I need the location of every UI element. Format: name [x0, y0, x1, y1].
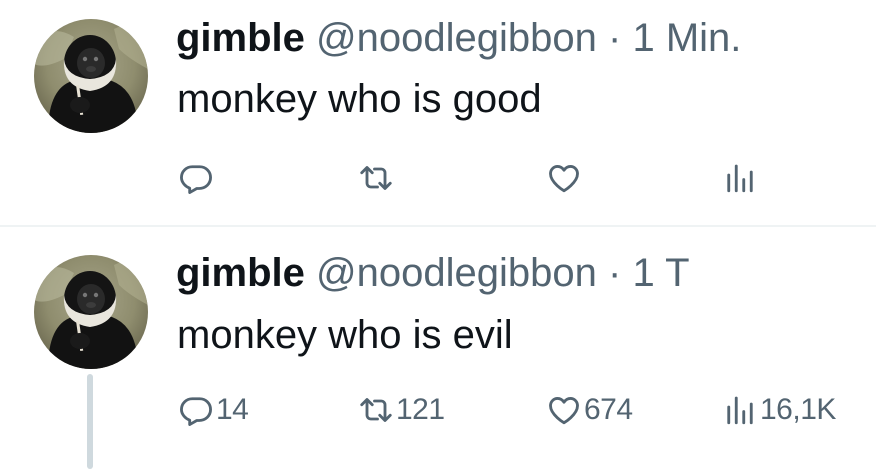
- separator-dot: ·: [608, 251, 622, 295]
- reply-count: 14: [216, 393, 249, 426]
- retweet-count: 121: [396, 393, 445, 426]
- author-display-name[interactable]: gimble: [176, 251, 305, 295]
- views-count: 16,1K: [760, 393, 836, 426]
- heart-icon: [549, 165, 579, 193]
- bar-chart-icon: [727, 164, 753, 193]
- separator-dot: ·: [608, 16, 622, 60]
- like-button[interactable]: 674: [546, 390, 633, 430]
- tweet[interactable]: gimble @noodlegibbon · 1 T monkey who is…: [0, 227, 876, 469]
- gibbon-avatar-icon: [34, 255, 148, 369]
- tweet-actions: [0, 158, 876, 198]
- tweet-text: monkey who is good: [177, 77, 542, 121]
- tweet-header: gimble @noodlegibbon · 1 T: [176, 251, 690, 295]
- author-display-name[interactable]: gimble: [176, 16, 305, 60]
- author-handle[interactable]: @noodlegibbon: [316, 251, 597, 295]
- avatar[interactable]: [34, 19, 148, 133]
- retweet-button[interactable]: 121: [358, 390, 445, 430]
- tweet-header: gimble @noodlegibbon · 1 Min.: [176, 16, 741, 60]
- tweet-text: monkey who is evil: [177, 313, 513, 357]
- avatar[interactable]: [34, 255, 148, 369]
- gibbon-avatar-icon: [34, 19, 148, 133]
- retweet-arrows-icon: [360, 166, 392, 190]
- speech-bubble-icon: [180, 165, 212, 194]
- views-button[interactable]: [722, 158, 760, 198]
- like-button[interactable]: [546, 158, 584, 198]
- heart-icon: [549, 397, 579, 425]
- retweet-button[interactable]: [358, 158, 396, 198]
- reply-button[interactable]: 14: [178, 390, 249, 430]
- reply-button[interactable]: [178, 158, 216, 198]
- author-handle[interactable]: @noodlegibbon: [316, 16, 597, 60]
- views-button[interactable]: 16,1K: [722, 390, 836, 430]
- speech-bubble-icon: [180, 397, 212, 426]
- timestamp[interactable]: 1 T: [632, 251, 689, 295]
- bar-chart-icon: [727, 396, 753, 425]
- timestamp[interactable]: 1 Min.: [632, 16, 741, 60]
- tweet[interactable]: gimble @noodlegibbon · 1 Min. monkey who…: [0, 0, 876, 226]
- like-count: 674: [584, 393, 633, 426]
- retweet-arrows-icon: [360, 398, 392, 422]
- tweet-actions: 14 121 674 16,1K: [0, 390, 876, 430]
